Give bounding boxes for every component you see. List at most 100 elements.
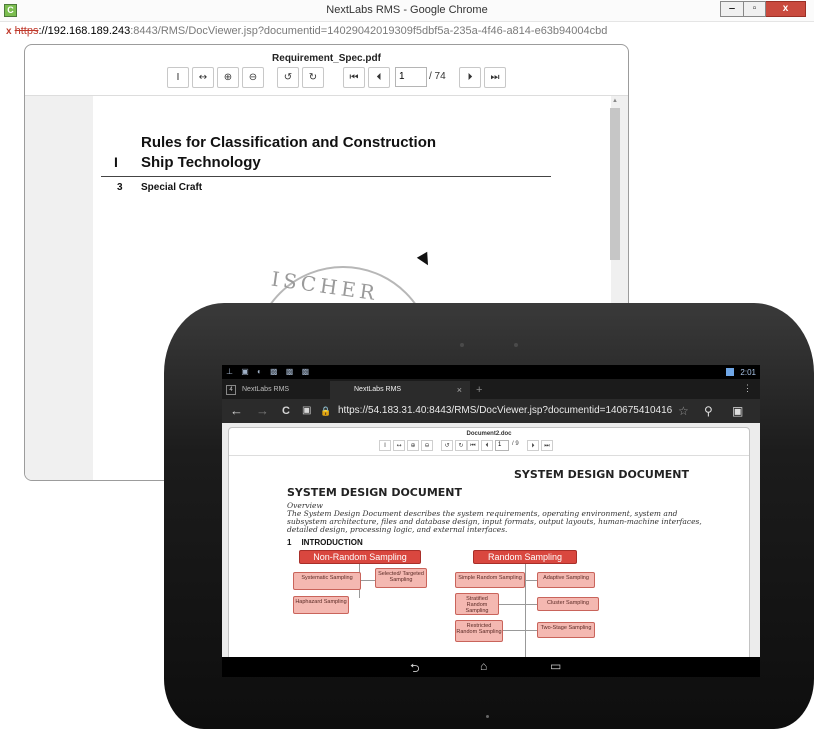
- first-page-button[interactable]: ⏮: [467, 440, 479, 451]
- next-page-button[interactable]: ⏵: [459, 67, 481, 88]
- zoom-in-button[interactable]: ⊕: [407, 440, 419, 451]
- diagram-box-stratified: Stratified Random Sampling: [455, 593, 499, 615]
- screenshot: C NextLabs RMS - Google Chrome ‒ ▫ x x h…: [0, 0, 814, 729]
- page-total: / 9: [512, 441, 519, 447]
- rotate-left-button[interactable]: ↺: [277, 67, 299, 88]
- android-navbar: ⮌ ⌂ ▭: [222, 657, 760, 677]
- tab-count-icon: 4: [226, 385, 236, 395]
- fit-height-button[interactable]: I: [167, 67, 189, 88]
- diagram-box-two-stage: Two-Stage Sampling: [537, 622, 595, 638]
- document-page[interactable]: SYSTEM DESIGN DOCUMENT SYSTEM DESIGN DOC…: [229, 456, 749, 657]
- doc-title: Document2.doc: [466, 431, 512, 437]
- doc-title: Requirement_Spec.pdf: [272, 53, 381, 64]
- zoom-in-button[interactable]: ⊕: [217, 67, 239, 88]
- doc-part-number: I: [114, 154, 118, 170]
- prev-page-button[interactable]: ⏴: [481, 440, 493, 451]
- nav-back-icon[interactable]: ⮌: [410, 659, 420, 677]
- intro-title: INTRODUCTION: [301, 538, 363, 547]
- diagram-box-selected: Selected/ Targeted Sampling: [375, 568, 427, 588]
- tab-label: NextLabs RMS: [242, 386, 290, 393]
- page-number-input[interactable]: 1: [495, 440, 509, 451]
- maximize-button[interactable]: ▫: [744, 1, 766, 17]
- tablet-webview: Document2.doc I ↔ ⊕ ⊖ ↺ ↻ ⏮ ⏴ 1 / 9 ⏵ ⏭ …: [222, 423, 760, 657]
- page-number-input[interactable]: 1: [395, 67, 427, 87]
- diagram-connector: [525, 564, 526, 657]
- rotate-left-button[interactable]: ↺: [441, 440, 453, 451]
- diagram-box-cluster: Cluster Sampling: [537, 597, 599, 611]
- tablet-screen: ⊥ ▣ ◐ ▩ ▩ ▩ 2:01 4 NextLabs RMS NextLabs…: [222, 365, 760, 677]
- nav-recent-apps-icon[interactable]: ▭: [550, 659, 561, 673]
- tab-nextlabs-active[interactable]: NextLabs RMS ×: [330, 381, 470, 399]
- fit-width-button[interactable]: ↔: [192, 67, 214, 88]
- zoom-out-button[interactable]: ⊖: [242, 67, 264, 88]
- zoom-out-button[interactable]: ⊖: [421, 440, 433, 451]
- window-titlebar: C NextLabs RMS - Google Chrome ‒ ▫ x: [0, 0, 814, 22]
- intro-number: 1: [287, 538, 292, 547]
- last-page-button[interactable]: ⏭: [541, 440, 553, 451]
- rotate-right-button[interactable]: ↻: [302, 67, 324, 88]
- tablet-device: ⊥ ▣ ◐ ▩ ▩ ▩ 2:01 4 NextLabs RMS NextLabs…: [164, 303, 814, 729]
- first-page-button[interactable]: ⏮: [343, 67, 365, 88]
- overview-text: The System Design Document describes the…: [287, 509, 702, 534]
- fit-width-button[interactable]: ↔: [393, 440, 405, 451]
- status-time: 2:01: [740, 368, 756, 377]
- back-icon[interactable]: ←: [230, 399, 243, 423]
- reload-icon[interactable]: C: [282, 399, 290, 423]
- intro-heading: 1 INTRODUCTION: [287, 538, 363, 547]
- bookmarks-icon[interactable]: ▣: [732, 399, 743, 423]
- diagram-nonrandom-head: Non-Random Sampling: [299, 550, 421, 564]
- notification-icons: ⊥ ▣ ◐ ▩ ▩ ▩: [226, 367, 313, 376]
- url-protocol: https: [14, 25, 39, 37]
- battery-icon: [726, 368, 734, 376]
- fit-height-button[interactable]: I: [379, 440, 391, 451]
- url-path: :8443/RMS/DocViewer.jsp?documentid=14029…: [130, 25, 608, 37]
- diagram-box-systematic: Systematic Sampling: [293, 572, 361, 590]
- document-title: SYSTEM DESIGN DOCUMENT: [287, 486, 462, 499]
- scrollbar-thumb[interactable]: [610, 108, 620, 260]
- rotate-right-button[interactable]: ↻: [455, 440, 467, 451]
- nav-home-icon[interactable]: ⌂: [480, 659, 487, 673]
- section-number: 3: [117, 182, 123, 193]
- url-host: ://192.168.189.243: [38, 25, 131, 37]
- page-header-title: SYSTEM DESIGN DOCUMENT: [514, 468, 689, 481]
- tablet-omnibox: ← → C ▣ 🔒 https://54.183.31.40:8443/RMS/…: [222, 399, 760, 423]
- diagram-random-head: Random Sampling: [473, 550, 577, 564]
- section-title: Special Craft: [141, 182, 203, 193]
- new-tab-button[interactable]: +: [476, 381, 482, 399]
- overview-paragraph: Overview The System Design Document desc…: [287, 502, 707, 534]
- prev-page-button[interactable]: ⏴: [368, 67, 390, 88]
- reader-mode-icon[interactable]: ▣: [302, 399, 311, 423]
- tab-nextlabs-1[interactable]: 4 NextLabs RMS: [222, 381, 330, 399]
- scroll-up-arrow-icon[interactable]: ▲: [612, 98, 618, 104]
- window-title: NextLabs RMS - Google Chrome: [326, 4, 488, 16]
- tablet-url[interactable]: https://54.183.31.40:8443/RMS/DocViewer.…: [338, 399, 672, 423]
- close-button[interactable]: x: [766, 1, 806, 17]
- tab-close-icon[interactable]: ×: [457, 381, 462, 399]
- home-indicator: [486, 715, 489, 718]
- tab-label: NextLabs RMS: [354, 386, 402, 393]
- doc-subheading: Ship Technology: [141, 154, 261, 171]
- address-bar[interactable]: x https://192.168.189.243:8443/RMS/DocVi…: [0, 22, 814, 40]
- next-page-button[interactable]: ⏵: [527, 440, 539, 451]
- menu-icon[interactable]: ⋮: [743, 383, 752, 394]
- tablet-doc-viewer: Document2.doc I ↔ ⊕ ⊖ ↺ ↻ ⏮ ⏴ 1 / 9 ⏵ ⏭ …: [228, 427, 750, 657]
- insecure-lock-icon[interactable]: x: [6, 26, 12, 37]
- minimize-button[interactable]: ‒: [720, 1, 744, 17]
- bookmark-star-icon[interactable]: ☆: [678, 399, 689, 423]
- diagram-box-adaptive: Adaptive Sampling: [537, 572, 595, 588]
- page-total: / 74: [429, 71, 446, 82]
- diagram-box-simple-random: Simple Random Sampling: [455, 572, 525, 588]
- doc-heading: Rules for Classification and Constructio…: [141, 134, 437, 151]
- camera-icon: [460, 343, 464, 347]
- diagram-box-haphazard: Haphazard Sampling: [293, 596, 349, 614]
- browser-tabbar: 4 NextLabs RMS NextLabs RMS × + ⋮: [222, 379, 760, 399]
- lock-icon: 🔒: [320, 406, 332, 416]
- diagram-box-restricted: Restricted Random Sampling: [455, 620, 503, 642]
- last-page-button[interactable]: ⏭: [484, 67, 506, 88]
- heading-rule: [101, 176, 551, 177]
- window-controls: ‒ ▫ x: [720, 1, 806, 17]
- sensor-icon: [514, 343, 518, 347]
- search-icon[interactable]: ⚲: [704, 399, 713, 423]
- status-bar: ⊥ ▣ ◐ ▩ ▩ ▩ 2:01: [222, 365, 760, 379]
- forward-icon[interactable]: →: [256, 399, 269, 423]
